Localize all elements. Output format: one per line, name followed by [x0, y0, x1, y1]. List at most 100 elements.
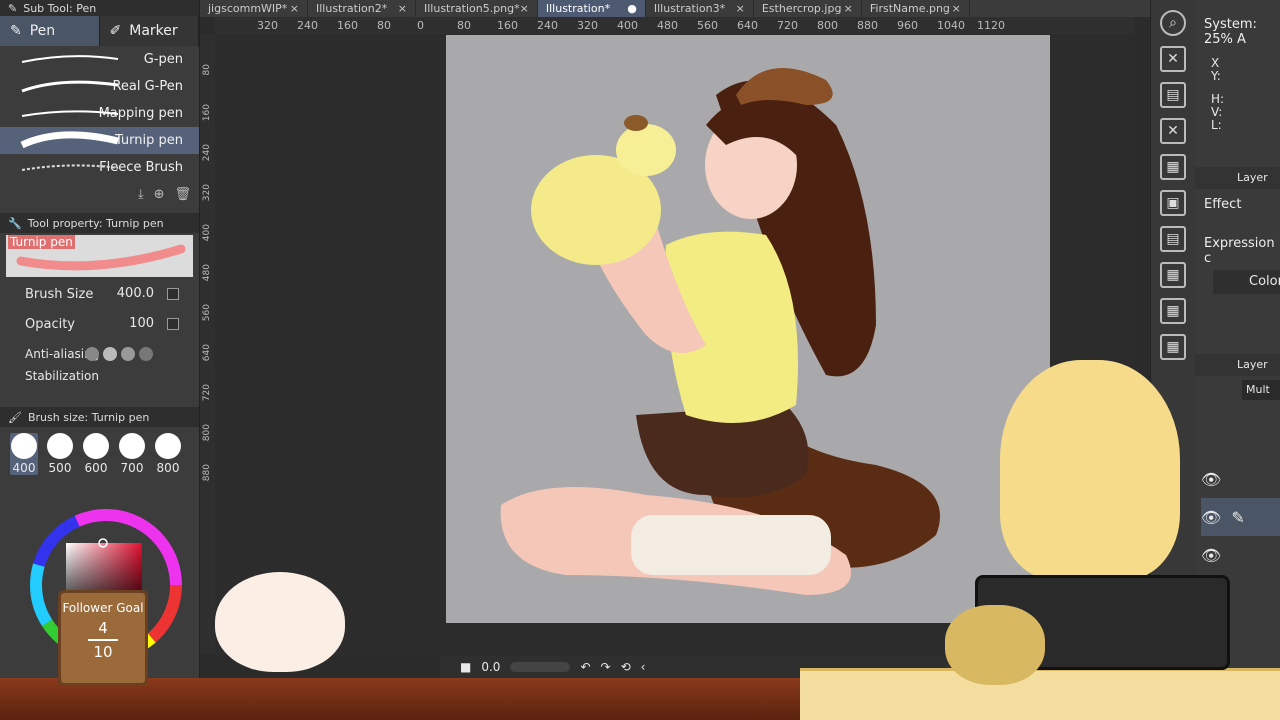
size-preset[interactable]: 600: [82, 433, 110, 475]
color-button[interactable]: Color: [1213, 270, 1280, 294]
save-brush-icon[interactable]: ⤓: [138, 187, 144, 202]
size-preset[interactable]: 500: [46, 433, 74, 475]
brush-label: Turnip pen: [114, 133, 183, 148]
brush-size-row[interactable]: Brush Size 400.0: [0, 279, 199, 309]
close-panel-icon[interactable]: ✕: [1160, 118, 1186, 144]
close-icon[interactable]: ×: [952, 2, 961, 15]
ruler-tick-label: 400: [617, 19, 638, 32]
ruler-tick-label: 1040: [937, 19, 965, 32]
pen-icon: ✎: [8, 1, 18, 15]
doc-tab[interactable]: Illustration3* ×: [646, 0, 754, 17]
sub-tool-header: ✎ Sub Tool: Pen: [0, 0, 199, 16]
opacity-value[interactable]: 100: [129, 316, 154, 331]
layer-row[interactable]: 👁: [1201, 536, 1280, 574]
size-label: 500: [48, 461, 72, 475]
panel-icon[interactable]: ▤: [1160, 226, 1186, 252]
close-icon[interactable]: ×: [398, 2, 407, 15]
ruler-tick-label: 560: [697, 19, 718, 32]
drawing-canvas[interactable]: [446, 35, 1050, 623]
doc-tab[interactable]: Illustration2* ×: [308, 0, 416, 17]
stream-desk-right: [800, 668, 1280, 720]
ruler-tick-label: 800: [817, 19, 838, 32]
doc-tab[interactable]: Illustration5.png* ×: [416, 0, 538, 17]
brush-size-value[interactable]: 400.0: [117, 286, 154, 301]
search-icon[interactable]: ⌕: [1160, 10, 1186, 36]
close-icon[interactable]: ×: [844, 2, 853, 15]
close-icon[interactable]: ×: [736, 2, 745, 15]
opacity-toggle[interactable]: [167, 318, 179, 330]
doc-tab-active[interactable]: Illustration* ●: [537, 0, 646, 17]
doc-tab[interactable]: Esthercrop.jpg ×: [754, 0, 862, 17]
layer-row[interactable]: 👁 ✎: [1201, 498, 1280, 536]
brush-fleece[interactable]: Fleece Brush: [0, 154, 199, 181]
brush-size-toggle[interactable]: [167, 288, 179, 300]
close-icon[interactable]: ×: [290, 2, 299, 15]
eye-icon[interactable]: 👁: [1201, 470, 1221, 489]
grid-icon[interactable]: ▦: [1160, 298, 1186, 324]
size-preset[interactable]: 700: [118, 433, 146, 475]
reset-icon[interactable]: ⟲: [621, 660, 631, 674]
eye-icon[interactable]: 👁: [1201, 508, 1221, 527]
ruler-tick-label: 240: [297, 19, 318, 32]
size-preset[interactable]: 800: [154, 433, 182, 475]
brush-preview: Turnip pen: [6, 235, 193, 277]
stop-icon[interactable]: ■: [460, 660, 471, 674]
layer-list: 👁 👁 ✎ 👁: [1195, 460, 1280, 574]
panel-icon[interactable]: ▤: [1160, 82, 1186, 108]
close-icon[interactable]: ●: [627, 2, 637, 15]
layer-property-tab[interactable]: Layer: [1195, 167, 1280, 189]
undo-icon[interactable]: ↶: [580, 660, 590, 674]
redo-icon[interactable]: ↷: [601, 660, 611, 674]
ruler-tick-label: 80: [457, 19, 471, 32]
marker-icon: ✐: [109, 23, 122, 39]
coords-readout: X Y: H: V: L:: [1195, 57, 1280, 132]
layer-panel-tab[interactable]: Layer: [1195, 354, 1280, 376]
brush-real-gpen[interactable]: Real G-Pen: [0, 73, 199, 100]
brush-list: G-pen Real G-Pen Mapping pen Turnip pen …: [0, 46, 199, 181]
ruler-tick-label: 0: [417, 19, 424, 32]
add-brush-icon[interactable]: ⊕: [154, 187, 165, 202]
coord-x: X: [1211, 56, 1220, 70]
follower-target: 10: [93, 643, 113, 661]
brush-gpen[interactable]: G-pen: [0, 46, 199, 73]
brush-icon: 🖌: [8, 410, 22, 424]
tab-pen[interactable]: ✎ Pen: [0, 16, 100, 46]
rotation-slider[interactable]: [510, 662, 571, 672]
ruler-left: 80 160 240 320 400 480 560 640 720 800 880: [200, 34, 215, 654]
brush-turnip-pen[interactable]: Turnip pen: [0, 127, 199, 154]
ruler-tick-label: 160: [202, 104, 212, 122]
chevron-left-icon[interactable]: ‹: [641, 660, 646, 674]
close-icon[interactable]: ×: [520, 2, 529, 15]
antialiasing-row[interactable]: Anti-aliasing: [0, 339, 199, 369]
ruler-tick-label: 320: [257, 19, 278, 32]
ruler-tick-label: 320: [577, 19, 598, 32]
blend-mode-select[interactable]: Mult: [1242, 380, 1280, 400]
close-panel-icon[interactable]: ✕: [1160, 46, 1186, 72]
tab-marker[interactable]: ✐ Marker: [100, 16, 199, 46]
size-preset[interactable]: 400: [10, 433, 38, 475]
pen-icon: ✎: [1231, 507, 1245, 527]
doc-tab[interactable]: FirstName.png ×: [862, 0, 970, 17]
ruler-tick-label: 720: [777, 19, 798, 32]
ruler-tick-label: 240: [537, 19, 558, 32]
rotation-value[interactable]: 0.0: [481, 660, 500, 674]
expression-color-label: Expression c: [1204, 236, 1275, 266]
ruler-top: 320 240 160 80 0 80 160 240 320 400 480 560 640 720 80…: [215, 17, 1135, 34]
brush-label: Real G-Pen: [112, 79, 183, 94]
follower-current: 4: [98, 619, 108, 637]
cat-mascot: [215, 572, 345, 672]
doc-tab[interactable]: jigscommWIP* ×: [200, 0, 308, 17]
grid-icon[interactable]: ▦: [1160, 262, 1186, 288]
grid-icon[interactable]: ▦: [1160, 334, 1186, 360]
ruler-tick-label: 80: [202, 64, 212, 76]
delete-brush-icon[interactable]: 🗑: [174, 187, 191, 202]
grid-icon[interactable]: ▦: [1160, 154, 1186, 180]
brush-mapping-pen[interactable]: Mapping pen: [0, 100, 199, 127]
antialiasing-options[interactable]: [85, 347, 153, 361]
opacity-row[interactable]: Opacity 100: [0, 309, 199, 339]
eye-icon[interactable]: 👁: [1201, 546, 1221, 565]
layer-row[interactable]: 👁: [1201, 460, 1280, 498]
stabilization-row[interactable]: Stabilization: [0, 369, 199, 383]
panel-icon[interactable]: ▣: [1160, 190, 1186, 216]
ruler-tick-label: 880: [202, 464, 212, 482]
